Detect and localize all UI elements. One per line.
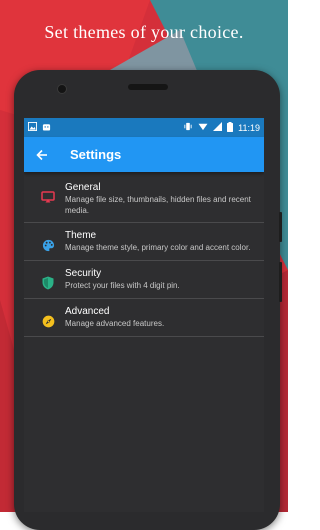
settings-item-description: Manage theme style, primary color and ac… [65, 243, 251, 252]
compass-icon [39, 312, 57, 330]
shield-icon [39, 274, 57, 292]
settings-list: General Manage file size, thumbnails, hi… [24, 172, 264, 337]
phone-screen: 11:19 Settings General Manage file size,… [24, 118, 264, 512]
power-button [279, 262, 282, 302]
phone-speaker [128, 84, 168, 90]
status-bar: 11:19 [24, 118, 264, 137]
volume-button [279, 212, 282, 242]
settings-item-description: Manage file size, thumbnails, hidden fil… [65, 195, 251, 215]
back-arrow-icon[interactable] [34, 147, 50, 163]
cast-icon [39, 188, 57, 206]
battery-icon [227, 121, 234, 134]
wifi-icon [198, 122, 208, 133]
headline: Set themes of your choice. [44, 22, 244, 42]
settings-item-description: Manage advanced features. [65, 319, 165, 328]
settings-item-general[interactable]: General Manage file size, thumbnails, hi… [24, 175, 264, 223]
settings-item-description: Protect your files with 4 digit pin. [65, 281, 180, 290]
front-camera [57, 84, 67, 94]
palette-icon [39, 236, 57, 254]
android-notification-icon [42, 122, 51, 133]
image-notification-icon [28, 122, 37, 133]
settings-item-advanced[interactable]: Advanced Manage advanced features. [24, 299, 264, 337]
settings-item-title: Theme [65, 230, 97, 241]
settings-item-title: General [65, 182, 101, 193]
settings-item-theme[interactable]: Theme Manage theme style, primary color … [24, 223, 264, 261]
vibrate-icon [183, 122, 193, 133]
app-bar: Settings [24, 137, 264, 172]
settings-item-title: Security [65, 268, 102, 279]
page-title: Settings [70, 147, 122, 162]
settings-item-security[interactable]: Security Protect your files with 4 digit… [24, 261, 264, 299]
status-time: 11:19 [238, 122, 260, 133]
settings-item-title: Advanced [65, 306, 110, 317]
signal-icon [213, 122, 223, 133]
